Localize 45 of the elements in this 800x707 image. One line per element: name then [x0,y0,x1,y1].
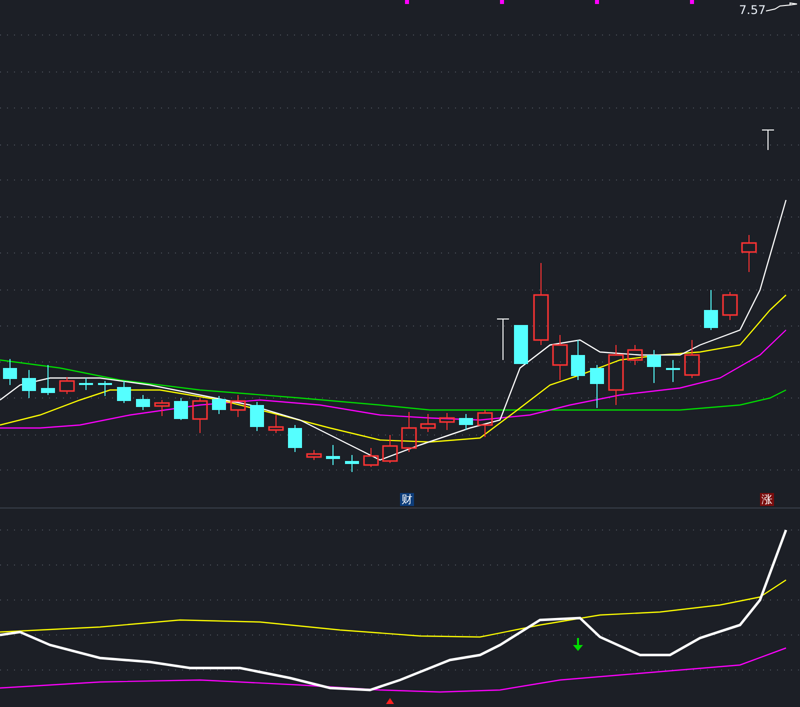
candlestick [401,412,417,452]
event-marker: 财 [400,493,414,506]
candlestick [684,340,700,378]
candlestick [627,344,643,366]
candlestick [306,450,322,460]
candlestick [136,394,150,410]
candlestick [496,318,510,360]
candlestick [192,398,208,434]
candlestick [98,380,112,396]
price-label: 7.57 [739,3,766,17]
candlestick [212,396,226,414]
candlestick [704,290,718,330]
candlestick [59,376,75,394]
candlestick [363,448,379,468]
candlestick [552,334,568,380]
candlestick [22,370,36,398]
candlestick [762,130,774,150]
candlestick [41,364,55,396]
candlestick [154,400,170,416]
candlestick [608,344,624,406]
candlestick [666,360,680,382]
candlestick [647,350,661,384]
candlestick [288,424,302,452]
candlestick [439,412,455,430]
candlestick [590,364,604,408]
candlestick [268,414,284,434]
candlestick [514,324,528,364]
candlestick [420,414,436,432]
candlestick [174,398,188,420]
candlestick [477,410,493,438]
candlestick [79,378,93,390]
event-marker: 涨 [760,493,774,506]
up-triangle-icon [386,698,394,704]
candlestick [345,454,359,472]
candlestick [722,292,738,320]
candlestick [117,380,131,404]
candlestick [571,340,585,380]
candlestick [459,414,473,430]
candlestick [250,402,264,432]
candlestick [230,394,246,418]
candlestick [326,444,340,466]
candlestick [3,358,17,386]
candlestick [382,434,398,464]
down-arrow-icon [573,638,583,651]
candlestick [741,234,757,272]
